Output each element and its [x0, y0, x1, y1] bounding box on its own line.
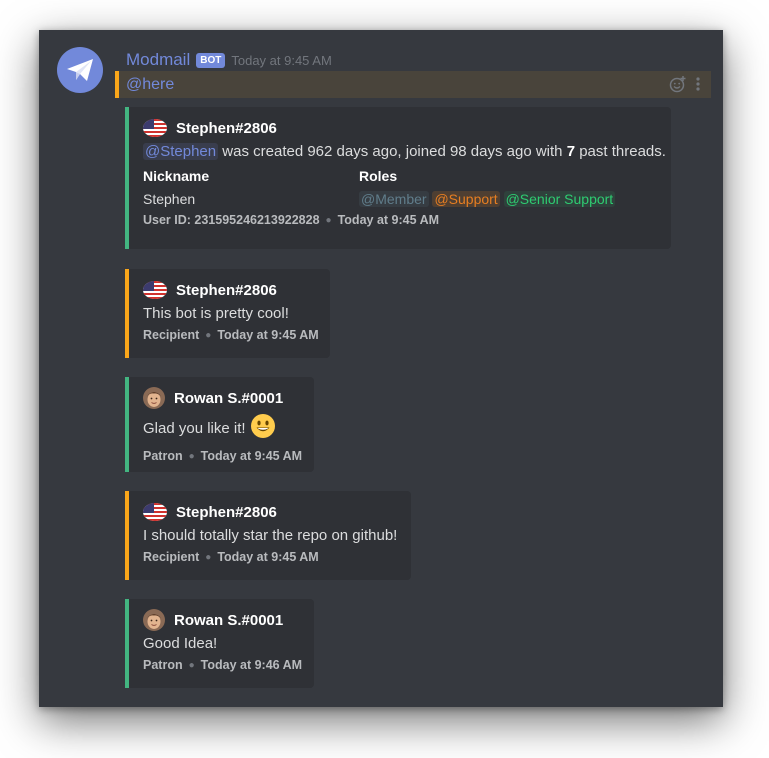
user-id: User ID: 231595246213922828	[143, 213, 320, 227]
message-embed: Stephen#2806 This bot is pretty cool! Re…	[125, 269, 330, 358]
embed-author: Stephen#2806	[143, 116, 659, 140]
here-mention-message[interactable]: @here	[115, 71, 711, 98]
footer-separator: ●	[325, 214, 332, 226]
footer-separator: ●	[188, 659, 195, 671]
bot-avatar[interactable]	[57, 47, 103, 93]
footer-timestamp: Today at 9:46 AM	[200, 658, 303, 672]
roles-field: Roles @Member @Support @Senior Support	[359, 168, 616, 207]
footer-separator: ●	[205, 551, 212, 563]
smiley-emoji-icon	[250, 413, 276, 443]
embed-footer: Patron ● Today at 9:45 AM	[143, 449, 302, 463]
footer-timestamp: Today at 9:45 AM	[217, 328, 319, 342]
add-reaction-icon[interactable]	[669, 75, 687, 93]
role-support[interactable]: @Support	[432, 191, 500, 207]
embed-footer: Recipient ● Today at 9:45 AM	[143, 328, 319, 342]
user-mention[interactable]: @Stephen	[143, 143, 219, 160]
envelope-icon	[67, 59, 93, 81]
embed-fields: Nickname Stephen Roles @Member @Support …	[143, 168, 659, 207]
footer-separator: ●	[188, 450, 195, 462]
nickname-field: Nickname Stephen	[143, 168, 359, 207]
message-embed: Rowan S.#0001 Good Idea! Patron ● Today …	[125, 599, 314, 688]
here-mention[interactable]: @here	[126, 76, 174, 94]
embed-author-name[interactable]: Rowan S.#0001	[174, 390, 283, 407]
message-text-row: Glad you like it!	[143, 413, 302, 443]
embed-author-name[interactable]: Stephen#2806	[176, 282, 277, 299]
message-timestamp: Today at 9:45 AM	[231, 52, 332, 68]
more-options-icon[interactable]	[695, 76, 701, 92]
description-text-2: past threads.	[579, 143, 666, 160]
embed-author-name[interactable]: Stephen#2806	[176, 120, 277, 137]
us-flag-icon	[143, 119, 167, 137]
message-text: I should totally star the repo on github…	[143, 527, 398, 544]
us-flag-icon	[143, 503, 167, 521]
message-embed: Stephen#2806 I should totally star the r…	[125, 491, 411, 580]
embed-footer: Recipient ● Today at 9:45 AM	[143, 550, 399, 564]
embed-author-name[interactable]: Stephen#2806	[176, 504, 277, 521]
bot-tag-badge: BOT	[196, 52, 226, 68]
role-label: Recipient	[143, 550, 200, 564]
user-avatar[interactable]	[143, 387, 165, 409]
embed-author: Rowan S.#0001	[143, 608, 302, 632]
nickname-value: Stephen	[143, 191, 196, 207]
thread-count: 7	[566, 143, 576, 160]
footer-timestamp: Today at 9:45 AM	[200, 449, 303, 463]
roles-list: @Member @Support @Senior Support	[359, 191, 616, 207]
user-info-embed: Stephen#2806 @Stephen was created 962 da…	[125, 107, 671, 249]
role-label: Patron	[143, 449, 183, 463]
roles-title: Roles	[359, 168, 398, 184]
message-header: Modmail BOT Today at 9:45 AM	[126, 48, 332, 72]
role-senior-support[interactable]: @Senior Support	[503, 191, 616, 207]
embed-author: Stephen#2806	[143, 500, 399, 524]
user-avatar[interactable]	[143, 609, 165, 631]
message-text: This bot is pretty cool!	[143, 305, 289, 322]
role-label: Patron	[143, 658, 183, 672]
embed-footer: User ID: 231595246213922828 ● Today at 9…	[143, 213, 659, 227]
footer-timestamp: Today at 9:45 AM	[337, 213, 440, 227]
message-text: Glad you like it!	[143, 419, 246, 437]
role-label: Recipient	[143, 328, 200, 342]
role-member[interactable]: @Member	[359, 191, 429, 207]
message-embed: Rowan S.#0001 Glad you like it! Patron ●…	[125, 377, 314, 472]
message-text: Good Idea!	[143, 635, 218, 652]
nickname-title: Nickname	[143, 168, 210, 184]
embed-author: Stephen#2806	[143, 278, 318, 302]
embed-author-name[interactable]: Rowan S.#0001	[174, 612, 283, 629]
footer-separator: ●	[205, 329, 212, 341]
discord-chat-window: Modmail BOT Today at 9:45 AM @here Steph…	[39, 30, 723, 707]
bot-username[interactable]: Modmail	[126, 50, 190, 70]
description-text-1: was created 962 days ago, joined 98 days…	[222, 143, 563, 160]
us-flag-icon	[143, 281, 167, 299]
embed-description: @Stephen was created 962 days ago, joine…	[143, 143, 666, 160]
embed-author: Rowan S.#0001	[143, 386, 302, 410]
embed-footer: Patron ● Today at 9:46 AM	[143, 658, 302, 672]
footer-timestamp: Today at 9:45 AM	[217, 550, 319, 564]
message-actions	[669, 75, 701, 93]
